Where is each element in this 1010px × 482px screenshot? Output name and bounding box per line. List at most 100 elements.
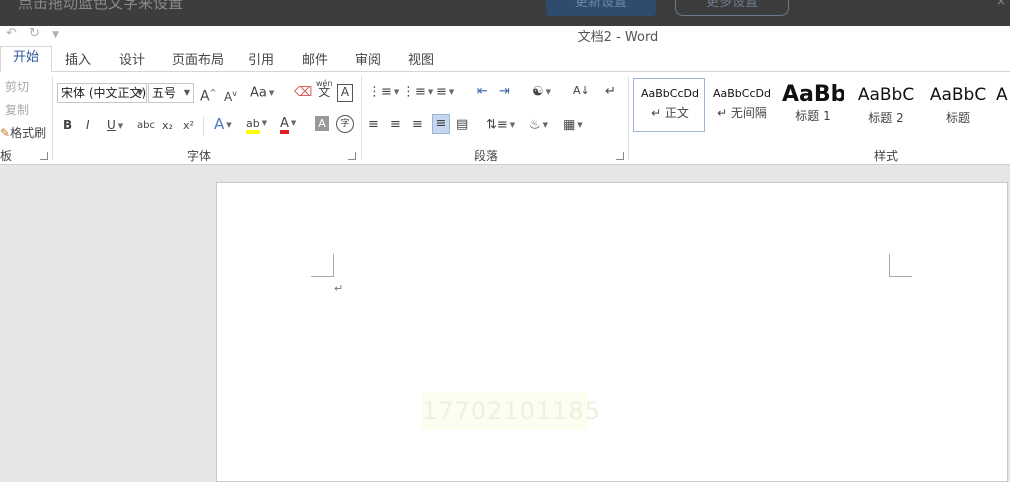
font-color-button[interactable]: A ▼ <box>280 114 296 134</box>
font-name-combo[interactable]: 宋体 (中文正文) ▼ <box>57 83 147 103</box>
bold-button[interactable]: B <box>63 116 72 134</box>
style-heading-2[interactable]: AaBbC 标题 2 <box>853 85 919 139</box>
character-shading-button[interactable]: A <box>315 116 329 131</box>
format-painter-button[interactable]: ✎格式刷 <box>0 124 46 141</box>
sort-button[interactable]: A↓ <box>573 82 590 100</box>
highlighter-icon: ab <box>246 117 260 134</box>
justify-button[interactable]: ≡ <box>432 114 450 134</box>
subscript-button[interactable]: x₂ <box>162 117 173 135</box>
clipboard-launcher-icon[interactable] <box>40 152 48 160</box>
tab-design[interactable]: 设计 <box>119 49 145 68</box>
cut-button[interactable]: 剪切 <box>0 78 29 95</box>
align-left-button[interactable]: ≡ <box>368 116 379 134</box>
text-effects-icon: A <box>214 115 225 133</box>
chevron-down-icon: ▼ <box>542 121 549 129</box>
ribbon: 剪切 复制 ✎格式刷 板 宋体 (中文正文) ▼ 五号 ▼ A^ Av Aa ▼ … <box>0 72 1010 165</box>
bullets-button[interactable]: ⋮≡ ▼ <box>368 83 399 102</box>
group-divider <box>628 76 629 160</box>
highlight-button[interactable]: ab ▼ <box>246 114 267 134</box>
title-bar: ↶ ↻ ▼ 文档2 - Word <box>0 26 1010 45</box>
grow-font-button[interactable]: A^ <box>200 84 216 106</box>
clear-formatting-button[interactable]: ⌫ <box>294 84 312 102</box>
shading-button[interactable]: ♨ ▼ <box>529 116 548 135</box>
style-name: ↵ 无间隔 <box>717 106 767 120</box>
video-overlay-banner: 点击拖动蓝色文字来设置 更新设置 更多设置 × <box>0 0 1010 26</box>
clipboard-group-label: 板 <box>0 149 13 163</box>
line-spacing-icon: ⇅≡ <box>486 117 508 133</box>
align-center-icon: ≡ <box>390 117 401 132</box>
document-page[interactable] <box>216 182 1008 482</box>
tab-layout[interactable]: 页面布局 <box>172 49 224 68</box>
align-right-button[interactable]: ≡ <box>412 116 423 134</box>
shrink-font-icon: A <box>224 90 233 104</box>
font-size-combo[interactable]: 五号 ▼ <box>148 83 194 103</box>
distributed-button[interactable]: ▤ <box>456 116 468 134</box>
character-border-button[interactable]: A <box>337 84 353 102</box>
line-spacing-button[interactable]: ⇅≡ ▼ <box>486 116 515 135</box>
paragraph-launcher-icon[interactable] <box>616 152 624 160</box>
numbering-button[interactable]: ⋮≡ ▼ <box>402 83 433 102</box>
font-size-value: 五号 <box>152 86 177 100</box>
tab-review[interactable]: 审阅 <box>355 49 381 68</box>
chevron-down-icon: ▼ <box>268 89 275 97</box>
style-preview: AaBbC <box>857 85 915 105</box>
change-case-button[interactable]: Aa ▼ <box>250 84 274 103</box>
style-more[interactable]: A <box>996 85 1010 139</box>
align-left-icon: ≡ <box>368 117 379 132</box>
style-preview: AaBbCcDd <box>641 87 699 100</box>
borders-icon: ▦ <box>563 117 576 133</box>
phonetic-guide-button[interactable]: wén 文 <box>316 79 333 98</box>
chevron-down-icon: ▼ <box>136 88 143 97</box>
paintbrush-icon: ✎ <box>0 126 11 140</box>
overlay-close-icon[interactable]: × <box>996 0 1006 8</box>
style-title[interactable]: AaBbC 标题 <box>925 85 991 139</box>
style-no-spacing[interactable]: AaBbCcDd ↵ 无间隔 <box>708 87 776 141</box>
increase-indent-button[interactable]: ⇥ <box>499 83 510 101</box>
change-case-icon: Aa <box>250 85 267 101</box>
chevron-down-icon: ▼ <box>183 88 190 97</box>
style-preview: A <box>996 85 1008 105</box>
text-effects-button[interactable]: A ▼ <box>214 115 232 134</box>
italic-button[interactable]: I <box>86 116 90 134</box>
paint-bucket-icon: ♨ <box>529 117 541 133</box>
borders-button[interactable]: ▦ ▼ <box>563 116 583 135</box>
tab-references[interactable]: 引用 <box>248 49 274 68</box>
window-title: 文档2 - Word <box>577 30 659 45</box>
tab-home[interactable]: 开始 <box>0 46 53 72</box>
paragraph-group-label: 段落 <box>474 149 499 163</box>
font-name-value: 宋体 (中文正文) <box>61 86 147 100</box>
paragraph-mark: ↵ <box>334 282 344 295</box>
show-marks-button[interactable]: ↵ <box>605 83 616 101</box>
style-preview: AaBbC <box>929 85 987 105</box>
chevron-down-icon: ▼ <box>393 88 400 96</box>
chevron-down-icon: ▼ <box>261 119 268 127</box>
numbered-list-icon: ⋮≡ <box>402 84 426 100</box>
strikethrough-button[interactable]: abc <box>137 117 155 135</box>
font-launcher-icon[interactable] <box>348 152 356 160</box>
tab-view[interactable]: 视图 <box>408 49 434 68</box>
chevron-down-icon: ▼ <box>545 88 552 96</box>
superscript-button[interactable]: x² <box>183 117 194 135</box>
decrease-indent-icon: ⇤ <box>477 84 488 99</box>
group-divider <box>361 76 362 160</box>
shrink-font-button[interactable]: Av <box>224 85 237 106</box>
style-heading-1[interactable]: AaBb 标题 1 <box>782 82 844 136</box>
enclose-characters-button[interactable]: 字 <box>336 115 354 133</box>
copy-label: 复制 <box>5 103 30 117</box>
style-name: 标题 <box>945 111 970 125</box>
chevron-down-icon: ▼ <box>226 120 232 129</box>
align-center-button[interactable]: ≡ <box>390 116 401 134</box>
underline-button[interactable]: U ▼ <box>107 116 123 135</box>
style-name: 标题 2 <box>868 111 904 125</box>
asian-layout-button[interactable]: ☯ ▼ <box>532 83 551 102</box>
copy-button[interactable]: 复制 <box>0 101 29 118</box>
multilevel-list-button[interactable]: ≡ ▼ <box>436 83 454 102</box>
style-normal[interactable]: AaBbCcDd ↵ 正文 <box>635 87 705 141</box>
overlay-primary-button[interactable]: 更新设置 <box>546 0 656 16</box>
overlay-text: 点击拖动蓝色文字来设置 <box>18 0 184 12</box>
overlay-secondary-button[interactable]: 更多设置 <box>675 0 789 16</box>
tab-insert[interactable]: 插入 <box>65 49 91 68</box>
tab-mailings[interactable]: 邮件 <box>302 49 328 68</box>
chevron-down-icon: ▼ <box>509 121 516 129</box>
decrease-indent-button[interactable]: ⇤ <box>477 83 488 101</box>
